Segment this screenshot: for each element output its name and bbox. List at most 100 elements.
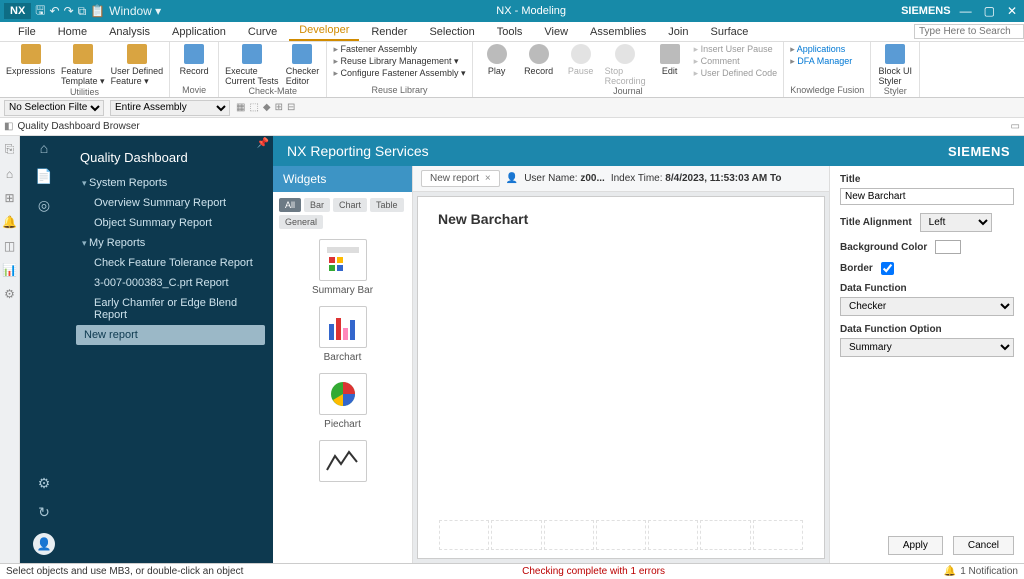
fastener-assembly-button[interactable]: Fastener Assembly — [333, 44, 465, 55]
nav-icon[interactable]: 🔔 — [2, 215, 17, 229]
properties-panel: Title Title Alignment Left Background Co… — [829, 166, 1024, 563]
paste-icon[interactable]: 📋 — [90, 4, 105, 18]
play-button[interactable]: Play — [479, 44, 515, 76]
cancel-button[interactable]: Cancel — [953, 536, 1014, 555]
tab-tools[interactable]: Tools — [487, 23, 533, 41]
close-tab-icon[interactable]: × — [485, 173, 491, 184]
tag-general[interactable]: General — [279, 215, 323, 229]
tab-application[interactable]: Application — [162, 23, 236, 41]
window-menu[interactable]: Window ▾ — [109, 4, 161, 18]
nav-icon[interactable]: ⌂ — [6, 167, 13, 181]
gear-icon[interactable]: ⚙ — [38, 475, 51, 492]
widget-piechart[interactable]: Piechart — [283, 373, 402, 430]
tab-home[interactable]: Home — [48, 23, 97, 41]
pause-button: Pause — [563, 44, 599, 76]
minimize-icon[interactable]: — — [957, 4, 975, 18]
status-notification[interactable]: 1 Notification — [960, 566, 1018, 577]
nav-icon[interactable]: ⎘ — [5, 142, 15, 157]
tag-table[interactable]: Table — [370, 198, 404, 212]
tab-file[interactable]: File — [8, 23, 46, 41]
applications-button[interactable]: Applications — [790, 44, 864, 55]
pin-icon[interactable]: 📌 — [257, 138, 269, 149]
save-icon[interactable]: 🖫 — [35, 1, 45, 22]
title-align-select[interactable]: Left — [920, 213, 992, 232]
dock-icon[interactable]: ◧ — [4, 121, 13, 132]
filter-tool-icon[interactable]: ⊟ — [287, 102, 295, 113]
nav-early-chamfer-report[interactable]: Early Chamfer or Edge Blend Report — [68, 293, 273, 325]
tag-all[interactable]: All — [279, 198, 301, 212]
filter-tool-icon[interactable]: ⬚ — [249, 102, 258, 113]
data-fn-select[interactable]: Checker — [840, 297, 1014, 316]
user-defined-feature-button[interactable]: User Defined Feature ▾ — [111, 44, 164, 87]
undo-icon[interactable]: ↶ — [50, 4, 60, 18]
nav-system-reports[interactable]: System Reports — [68, 173, 273, 193]
report-tab[interactable]: New report × — [421, 170, 500, 187]
tab-join[interactable]: Join — [658, 23, 698, 41]
bg-color-swatch[interactable] — [935, 240, 961, 254]
border-checkbox[interactable] — [881, 262, 894, 275]
search-input[interactable] — [914, 24, 1024, 39]
comment-button: Comment — [694, 56, 778, 67]
data-fn-opt-select[interactable]: Summary — [840, 338, 1014, 357]
edit-button[interactable]: Edit — [652, 44, 688, 76]
refresh-icon[interactable]: ↻ — [38, 504, 50, 521]
barchart-icon — [319, 306, 367, 348]
filter-tool-icon[interactable]: ⊞ — [275, 102, 283, 113]
widget-linechart[interactable] — [283, 440, 402, 482]
tag-chart[interactable]: Chart — [333, 198, 367, 212]
nav-icon[interactable]: ⊞ — [4, 191, 14, 205]
filter-tool-icon[interactable]: ▦ — [236, 102, 245, 113]
tab-view[interactable]: View — [534, 23, 578, 41]
tab-developer[interactable]: Developer — [289, 21, 359, 41]
tag-bar[interactable]: Bar — [304, 198, 330, 212]
nav-icon[interactable]: 📊 — [2, 263, 17, 277]
tab-curve[interactable]: Curve — [238, 23, 287, 41]
expressions-button[interactable]: Expressions — [6, 44, 55, 76]
nav-new-report[interactable]: New report — [76, 325, 265, 345]
widget-summary-bar[interactable]: Summary Bar — [283, 239, 402, 296]
avatar[interactable]: 👤 — [33, 533, 55, 555]
redo-icon[interactable]: ↷ — [64, 4, 74, 18]
nav-object-summary-report[interactable]: Object Summary Report — [68, 213, 273, 233]
selection-filter-select[interactable]: No Selection Filter — [4, 100, 104, 116]
title-input[interactable] — [840, 188, 1014, 205]
close-icon[interactable]: ✕ — [1004, 4, 1020, 18]
tab-selection[interactable]: Selection — [419, 23, 484, 41]
nav-icon[interactable]: ◫ — [4, 239, 15, 253]
nav-panel: 📌 Quality Dashboard System Reports Overv… — [68, 136, 273, 563]
nav-part-report[interactable]: 3-007-000383_C.prt Report — [68, 273, 273, 293]
assembly-filter-select[interactable]: Entire Assembly — [110, 100, 230, 116]
block-ui-styler-button[interactable]: Block UI Styler — [877, 44, 913, 86]
nav-check-feature-report[interactable]: Check Feature Tolerance Report — [68, 253, 273, 273]
copy-icon[interactable]: ⧉ — [78, 4, 87, 19]
nav-icon[interactable]: ⚙ — [4, 287, 15, 301]
maximize-icon[interactable]: ▢ — [981, 4, 998, 18]
close-panel-icon[interactable]: ▭ — [1011, 121, 1020, 132]
nav-overview-report[interactable]: Overview Summary Report — [68, 193, 273, 213]
record-button[interactable]: Record — [176, 44, 212, 76]
status-center: Checking complete with 1 errors — [243, 566, 943, 577]
filter-tool-icon[interactable]: ◆ — [263, 102, 271, 113]
feature-template-button[interactable]: Feature Template ▾ — [61, 44, 105, 87]
widget-barchart[interactable]: Barchart — [283, 306, 402, 363]
user-label: User Name: — [524, 173, 577, 184]
home-icon[interactable]: ⌂ — [40, 140, 48, 156]
border-label: Border — [840, 263, 873, 274]
tab-analysis[interactable]: Analysis — [99, 23, 160, 41]
record-journal-button[interactable]: Record — [521, 44, 557, 76]
config-fastener-button[interactable]: Configure Fastener Assembly ▾ — [333, 68, 465, 79]
quick-access-toolbar: 🖫 ↶ ↷ ⧉ 📋 Window ▾ — [35, 1, 161, 22]
execute-tests-button[interactable]: Execute Current Tests — [225, 44, 278, 86]
report-page[interactable]: New Barchart — [417, 196, 825, 559]
bell-icon[interactable]: 🔔 — [944, 566, 956, 577]
dfa-manager-button[interactable]: DFA Manager — [790, 56, 864, 67]
tab-surface[interactable]: Surface — [700, 23, 758, 41]
tab-render[interactable]: Render — [361, 23, 417, 41]
reuse-library-mgmt-button[interactable]: Reuse Library Management ▾ — [333, 56, 465, 67]
checker-editor-button[interactable]: Checker Editor — [284, 44, 320, 86]
apply-button[interactable]: Apply — [888, 536, 943, 555]
tab-assemblies[interactable]: Assemblies — [580, 23, 656, 41]
nav-my-reports[interactable]: My Reports — [68, 233, 273, 253]
target-icon[interactable]: ◎ — [38, 197, 50, 214]
doc-icon[interactable]: 📄 — [35, 168, 52, 185]
